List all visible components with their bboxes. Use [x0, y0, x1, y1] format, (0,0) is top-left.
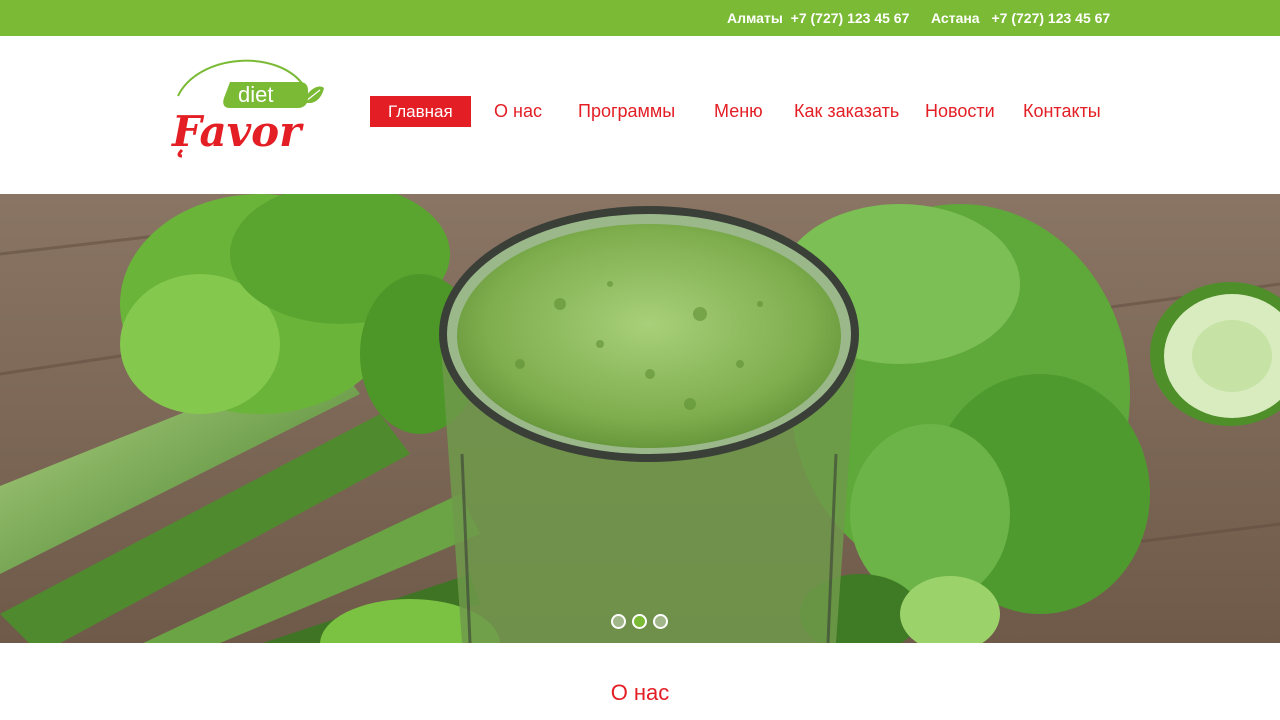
section-heading-about: О нас: [610, 680, 670, 705]
site-header: diet Favor Главная О нас Программы Меню …: [0, 36, 1280, 194]
slider-dot-3[interactable]: [653, 614, 668, 629]
logo-graphic: diet Favor: [171, 59, 324, 158]
contact-phone[interactable]: +7 (727) 123 45 67: [992, 10, 1111, 26]
contact-city: Алматы: [727, 10, 783, 26]
site-logo[interactable]: diet Favor: [168, 54, 328, 160]
top-contact-bar: Алматы +7 (727) 123 45 67 Астана +7 (727…: [0, 0, 1280, 36]
nav-item-home[interactable]: Главная: [370, 96, 471, 127]
nav-item-news[interactable]: Новости: [925, 96, 995, 127]
nav-item-contacts[interactable]: Контакты: [1023, 96, 1101, 127]
nav-item-about[interactable]: О нас: [494, 96, 542, 127]
nav-item-programs[interactable]: Программы: [578, 96, 675, 127]
slider-dot-1[interactable]: [611, 614, 626, 629]
nav-item-menu[interactable]: Меню: [714, 96, 763, 127]
slider-dot-2[interactable]: [632, 614, 647, 629]
svg-text:diet: diet: [238, 82, 273, 107]
hero-slider[interactable]: [0, 194, 1280, 643]
contact-almaty[interactable]: Алматы +7 (727) 123 45 67: [727, 10, 909, 26]
contact-phone[interactable]: +7 (727) 123 45 67: [791, 10, 910, 26]
contact-city: Астана: [931, 10, 980, 26]
contact-astana[interactable]: Астана +7 (727) 123 45 67: [931, 10, 1110, 26]
svg-text:Favor: Favor: [171, 107, 304, 156]
hero-image: [0, 194, 1280, 643]
nav-item-how-to-order[interactable]: Как заказать: [794, 96, 899, 127]
